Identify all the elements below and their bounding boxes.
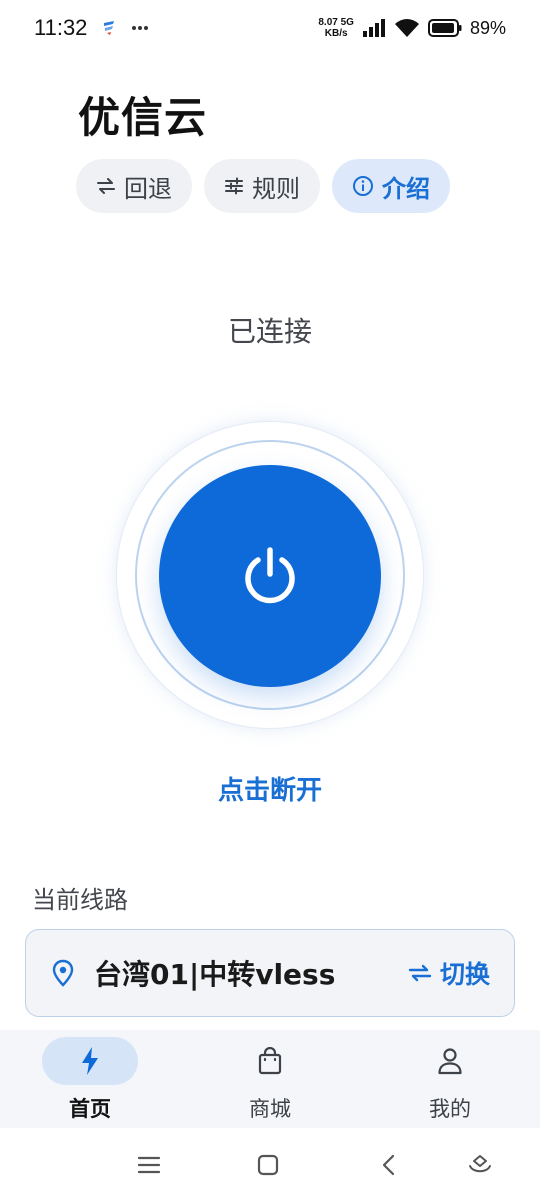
net-speed-value: 8.07 xyxy=(318,17,338,28)
assistant-icon[interactable] xyxy=(465,1150,495,1180)
home-square-icon[interactable] xyxy=(253,1150,283,1180)
more-notifications-icon xyxy=(131,25,149,31)
intro-chip[interactable]: 介绍 xyxy=(332,159,450,213)
switch-route-button[interactable]: 切换 xyxy=(408,955,490,991)
nav-store-label: 商城 xyxy=(249,1097,291,1121)
status-right: 8.07 5G KB/s 89% xyxy=(318,17,506,39)
swap-arrows-icon xyxy=(408,964,432,982)
app-title: 优信云 xyxy=(78,93,208,142)
disconnect-link[interactable]: 点击断开 xyxy=(0,770,540,807)
menu-icon[interactable] xyxy=(134,1150,164,1180)
power-button-area xyxy=(117,422,423,728)
route-card[interactable]: 台湾01|中转vless 切换 xyxy=(25,929,515,1017)
system-nav-bar xyxy=(0,1128,540,1200)
power-button[interactable] xyxy=(159,465,381,687)
bottom-nav: 首页 商城 我的 xyxy=(0,1030,540,1128)
person-icon xyxy=(437,1047,463,1075)
lightning-icon xyxy=(79,1046,101,1076)
battery-percent: 89% xyxy=(469,17,506,38)
location-pin-icon xyxy=(52,959,74,987)
nav-profile-icon-wrap xyxy=(402,1037,498,1085)
nav-home-label: 首页 xyxy=(69,1097,111,1121)
network-type: 5G xyxy=(340,17,354,28)
nav-home-icon-wrap xyxy=(42,1037,138,1085)
connection-status: 已连接 xyxy=(227,315,312,348)
current-route-label: 当前线路 xyxy=(32,886,128,914)
signal-icon xyxy=(362,19,386,37)
fallback-chip-label: 回退 xyxy=(124,174,172,203)
swap-arrows-icon xyxy=(96,178,116,194)
back-icon[interactable] xyxy=(374,1150,404,1180)
fallback-chip[interactable]: 回退 xyxy=(76,159,192,213)
net-speed-unit: KB/s xyxy=(324,28,348,39)
nav-item-store[interactable]: 商城 xyxy=(180,1030,360,1123)
info-icon xyxy=(352,175,374,197)
app-notification-icon xyxy=(101,19,117,37)
route-name: 台湾01|中转vless xyxy=(94,958,336,991)
status-time: 11:32 xyxy=(34,15,88,40)
status-bar: 11:32 8.07 5G KB/s 89% xyxy=(0,0,540,56)
rules-chip[interactable]: 规则 xyxy=(204,159,320,213)
wifi-icon xyxy=(394,18,420,38)
sliders-icon xyxy=(224,177,244,195)
header-chips: 回退 规则 介绍 xyxy=(76,159,450,213)
power-icon xyxy=(238,544,302,608)
nav-item-home[interactable]: 首页 xyxy=(0,1030,180,1123)
nav-store-icon-wrap xyxy=(222,1037,318,1085)
shopping-bag-icon xyxy=(257,1047,283,1075)
app-screen: 11:32 8.07 5G KB/s 89% 优信云 回退 规则 介绍 已连接 … xyxy=(0,0,540,1200)
battery-icon xyxy=(427,19,462,37)
switch-route-label: 切换 xyxy=(439,960,490,989)
nav-profile-label: 我的 xyxy=(429,1097,471,1121)
nav-item-profile[interactable]: 我的 xyxy=(360,1030,540,1123)
rules-chip-label: 规则 xyxy=(252,174,300,203)
net-speed: 8.07 5G KB/s xyxy=(318,17,354,39)
status-left: 11:32 xyxy=(34,15,149,41)
intro-chip-label: 介绍 xyxy=(382,174,430,203)
